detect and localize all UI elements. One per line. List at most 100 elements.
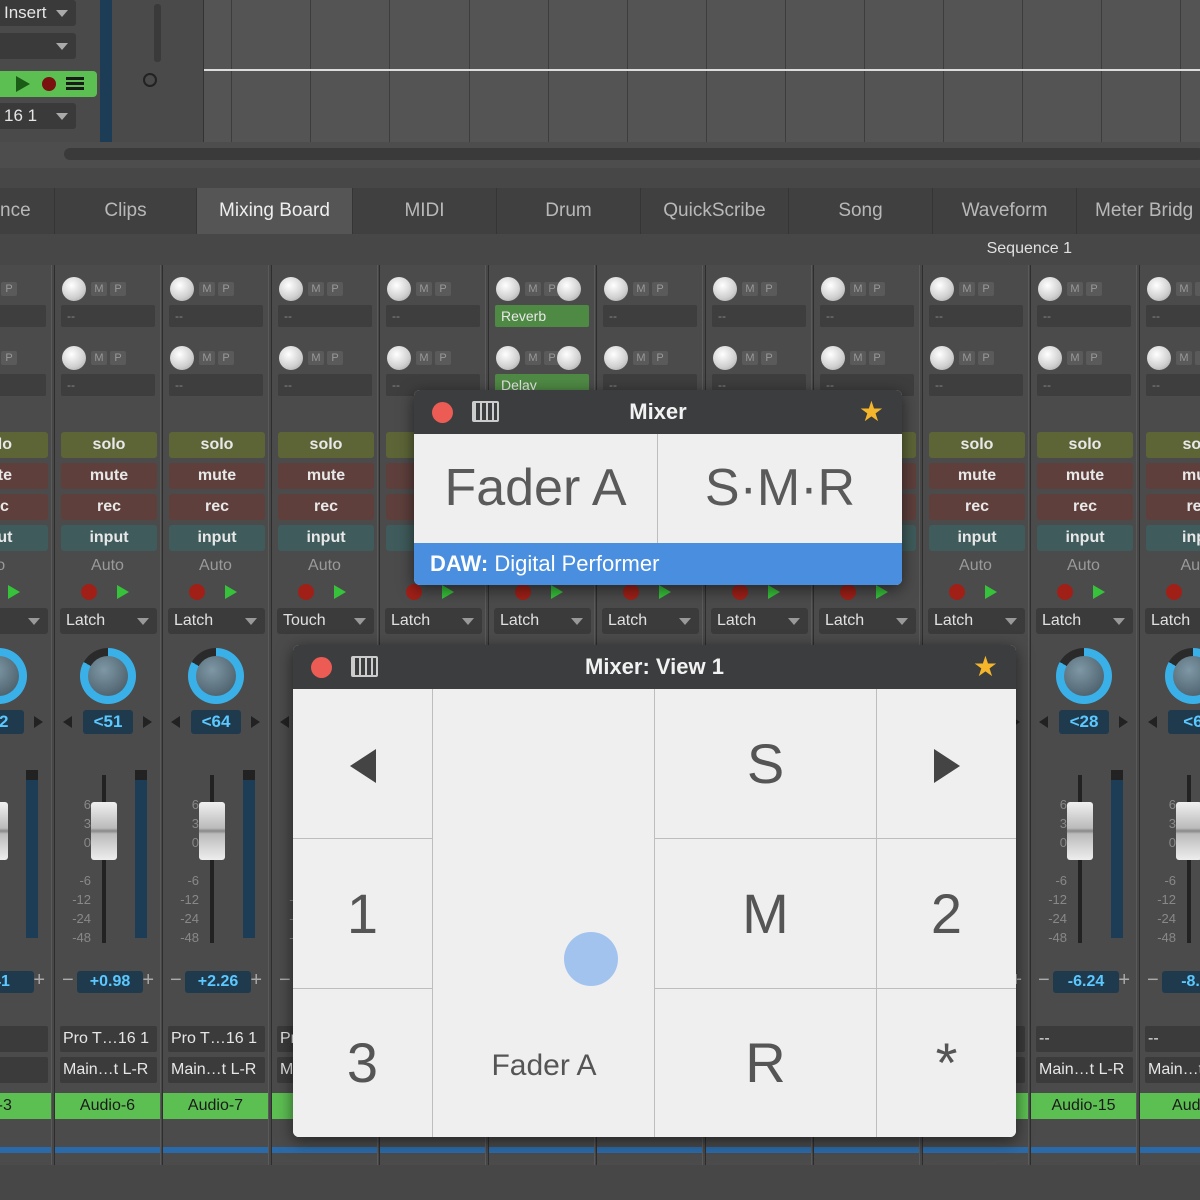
tab-mixing-board[interactable]: Mixing Board	[197, 188, 353, 234]
play-automation-icon[interactable]	[225, 585, 237, 599]
fader-value[interactable]: +2.26	[185, 971, 251, 993]
input-button[interactable]: input	[169, 525, 265, 551]
pre-toggle[interactable]: P	[652, 351, 668, 365]
star-icon[interactable]: ★	[973, 651, 998, 683]
play-automation-icon[interactable]	[8, 585, 20, 599]
insert-slot[interactable]: --	[61, 305, 155, 327]
mute-button[interactable]: ute	[0, 463, 48, 489]
send-knob[interactable]	[62, 346, 86, 370]
tab-midi[interactable]: MIDI	[353, 188, 497, 234]
monitor-toggle[interactable]: M	[308, 351, 324, 365]
input-selector[interactable]: .16 1	[0, 1026, 48, 1052]
asterisk-button[interactable]: *	[877, 989, 1016, 1137]
pan-knob[interactable]	[0, 648, 27, 704]
play-automation-icon[interactable]	[117, 585, 129, 599]
send-knob[interactable]	[62, 277, 86, 301]
monitor-toggle[interactable]: M	[633, 282, 649, 296]
insert-slot[interactable]: --	[1037, 374, 1131, 396]
close-icon[interactable]	[432, 402, 453, 423]
tab-sequence[interactable]: nce	[0, 188, 55, 234]
monitor-toggle[interactable]: M	[308, 282, 324, 296]
tab-quickscribe[interactable]: QuickScribe	[641, 188, 789, 234]
daw-selector[interactable]: DAW: Digital Performer	[414, 543, 902, 585]
insert-slot[interactable]: --	[0, 305, 46, 327]
send-knob[interactable]	[557, 277, 581, 301]
insert-dropdown[interactable]: Insert	[0, 0, 76, 26]
output-selector[interactable]: Main…t L-R	[1036, 1057, 1133, 1083]
play-automation-icon[interactable]	[876, 585, 888, 599]
piano-keyboard-icon[interactable]	[351, 656, 378, 677]
volume-fader[interactable]	[1067, 802, 1093, 860]
mute-button[interactable]: mute	[169, 463, 265, 489]
pre-toggle[interactable]: P	[218, 351, 234, 365]
fader-a-button[interactable]: Fader A	[414, 434, 658, 543]
input-button[interactable]: input	[1037, 525, 1133, 551]
mute-button[interactable]: mu	[1146, 463, 1200, 489]
monitor-toggle[interactable]: M	[742, 351, 758, 365]
automation-mode-dropdown[interactable]: Latch	[1036, 608, 1133, 634]
automation-mode-dropdown[interactable]: Latch	[385, 608, 482, 634]
monitor-toggle[interactable]: M	[959, 351, 975, 365]
pan-value[interactable]: <28	[1059, 710, 1109, 734]
input-button[interactable]: input	[278, 525, 374, 551]
record-button[interactable]: R	[655, 989, 877, 1137]
counter-dropdown[interactable]: 16 1	[0, 103, 76, 129]
record-automation-icon[interactable]	[1166, 584, 1182, 600]
play-icon[interactable]	[16, 76, 30, 92]
send-knob[interactable]	[496, 277, 520, 301]
minus-icon[interactable]: −	[170, 969, 182, 992]
send-knob[interactable]	[713, 277, 737, 301]
insert-slot[interactable]: --	[169, 374, 263, 396]
monitor-toggle[interactable]: M	[1067, 351, 1083, 365]
monitor-toggle[interactable]: M	[850, 351, 866, 365]
fader-value[interactable]: 41	[0, 971, 34, 993]
pre-toggle[interactable]: P	[1086, 351, 1102, 365]
insert-slot[interactable]: --	[1037, 305, 1131, 327]
next-button[interactable]	[877, 689, 1016, 839]
play-automation-icon[interactable]	[442, 585, 454, 599]
track-name[interactable]: Audio-6	[55, 1093, 160, 1119]
automation-mode-dropdown[interactable]	[0, 608, 48, 634]
record-automation-icon[interactable]	[732, 584, 748, 600]
insert-slot[interactable]: --	[712, 305, 806, 327]
pre-toggle[interactable]: P	[652, 282, 668, 296]
pre-toggle[interactable]: P	[1195, 282, 1200, 296]
pan-knob[interactable]	[1165, 648, 1200, 704]
pre-toggle[interactable]: P	[869, 351, 885, 365]
rec-button[interactable]: rec	[278, 494, 374, 520]
insert-slot[interactable]: --	[929, 374, 1023, 396]
automation-mode-dropdown[interactable]: Latch	[602, 608, 699, 634]
send-knob[interactable]	[1038, 277, 1062, 301]
track-name[interactable]: Audio	[1140, 1093, 1200, 1119]
send-knob[interactable]	[1147, 277, 1171, 301]
pre-toggle[interactable]: P	[1086, 282, 1102, 296]
zoom-search-icon[interactable]	[143, 73, 157, 87]
automation-mode-dropdown[interactable]: Latch	[1145, 608, 1200, 634]
plus-icon[interactable]: +	[250, 969, 262, 992]
insert-slot[interactable]: --	[386, 305, 480, 327]
fader-value[interactable]: +0.98	[77, 971, 143, 993]
play-automation-icon[interactable]	[659, 585, 671, 599]
rec-button[interactable]: ec	[0, 494, 48, 520]
insert-slot[interactable]: --	[929, 305, 1023, 327]
timeline-area[interactable]	[203, 0, 1200, 142]
list-icon[interactable]	[66, 77, 84, 91]
play-automation-icon[interactable]	[551, 585, 563, 599]
play-automation-icon[interactable]	[985, 585, 997, 599]
mute-button[interactable]: mute	[61, 463, 157, 489]
pan-value[interactable]: <6	[1168, 710, 1200, 734]
track-name[interactable]: Audio-7	[163, 1093, 268, 1119]
pre-toggle[interactable]: P	[1, 351, 17, 365]
record-automation-icon[interactable]	[623, 584, 639, 600]
monitor-toggle[interactable]: M	[91, 282, 107, 296]
fader-handle[interactable]	[564, 932, 618, 986]
send-knob[interactable]	[170, 346, 194, 370]
mute-button[interactable]: M	[655, 839, 877, 989]
monitor-toggle[interactable]: M	[1176, 351, 1192, 365]
insert-slot[interactable]: --	[61, 374, 155, 396]
pre-toggle[interactable]: P	[327, 282, 343, 296]
input-selector[interactable]: Pro T…16 1	[60, 1026, 157, 1052]
insert-slot[interactable]: --	[820, 305, 914, 327]
rec-button[interactable]: rec	[169, 494, 265, 520]
pre-toggle[interactable]: P	[978, 351, 994, 365]
